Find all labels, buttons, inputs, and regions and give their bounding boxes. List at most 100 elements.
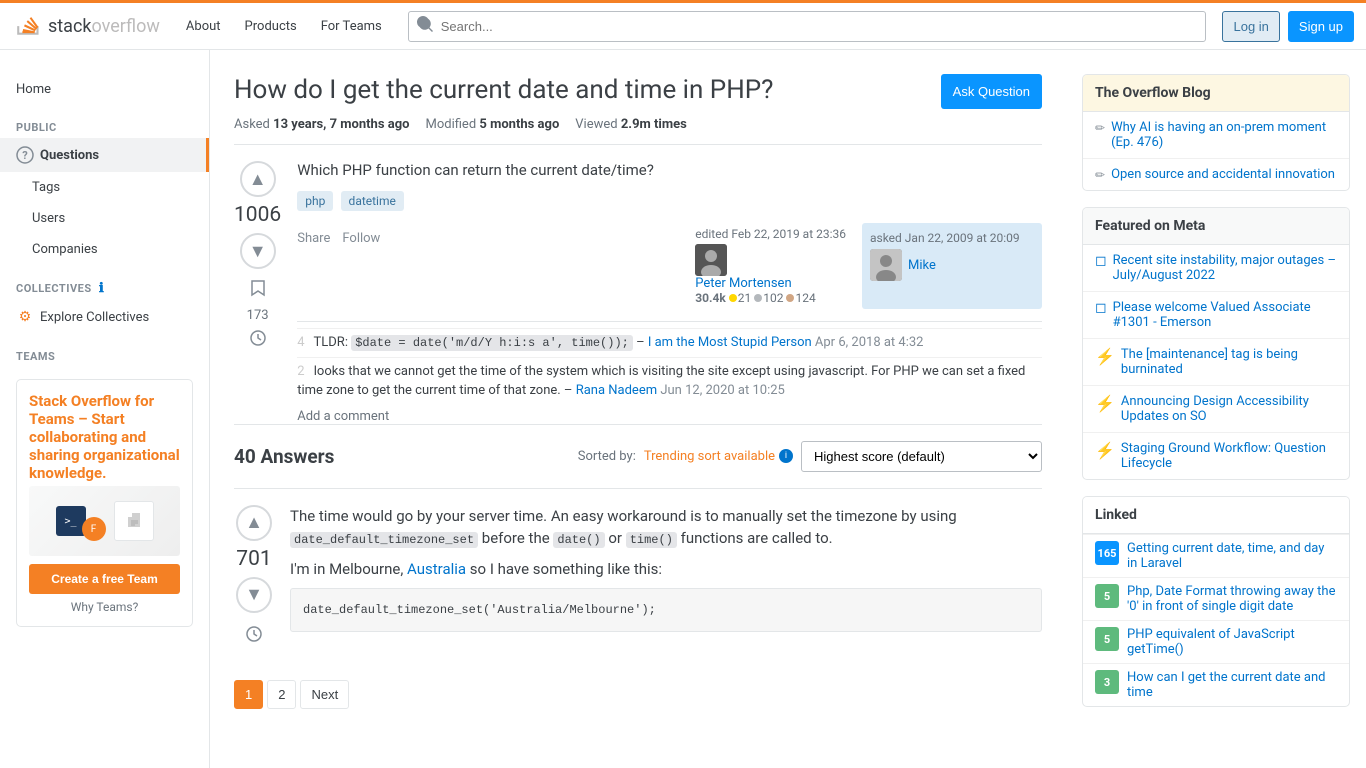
linked-item-1: 165 Getting current date, time, and day … xyxy=(1083,534,1349,577)
overflow-blog-header: The Overflow Blog xyxy=(1083,75,1349,112)
collectives-icon: ⚙ xyxy=(16,308,34,326)
auth-buttons: Log in Sign up xyxy=(1222,11,1354,42)
overflow-blog-widget: The Overflow Blog ✏ Why AI is having an … xyxy=(1082,74,1350,191)
meta-item-3: ⚡ The [maintenance] tag is being burnina… xyxy=(1083,338,1349,385)
bronze-dot xyxy=(786,294,794,302)
sorted-by-label: Sorted by: xyxy=(578,449,636,464)
meta-link-1[interactable]: Recent site instability, major outages –… xyxy=(1113,253,1337,283)
why-teams-link[interactable]: Why Teams? xyxy=(29,600,180,614)
asked-card-time: asked Jan 22, 2009 at 20:09 xyxy=(870,231,1034,245)
meta-icon-5: ⚡ xyxy=(1095,441,1115,460)
asker-card: asked Jan 22, 2009 at 20:09 Mike xyxy=(862,223,1042,309)
companies-label: Companies xyxy=(32,242,98,257)
overflow-blog-body: ✏ Why AI is having an on-prem moment (Ep… xyxy=(1083,112,1349,190)
vote-up-button[interactable]: ▲ xyxy=(240,161,276,197)
blog-link-2[interactable]: Open source and accidental innovation xyxy=(1111,167,1335,182)
asker-name-link[interactable]: Mike xyxy=(908,258,936,273)
answer-vote-up-button[interactable]: ▲ xyxy=(236,505,272,541)
silver-dot xyxy=(754,294,762,302)
blog-link-1[interactable]: Why AI is having an on-prem moment (Ep. … xyxy=(1111,120,1337,150)
vote-down-button[interactable]: ▼ xyxy=(240,233,276,269)
create-team-button[interactable]: Create a free Team xyxy=(29,564,180,594)
tag-datetime[interactable]: datetime xyxy=(341,191,404,211)
answer-code-block: date_default_timezone_set('Australia/Mel… xyxy=(290,588,1042,632)
sort-section: Sorted by: Trending sort available i Hig… xyxy=(578,441,1042,472)
australia-link[interactable]: Australia xyxy=(407,560,466,578)
collectives-info-icon[interactable]: ℹ xyxy=(99,281,104,296)
edited-time: edited Feb 22, 2019 at 23:36 xyxy=(695,227,846,241)
pencil-icon-1: ✏ xyxy=(1095,121,1105,135)
signup-button[interactable]: Sign up xyxy=(1288,11,1354,42)
main-content: How do I get the current date and time i… xyxy=(210,50,1066,749)
sidebar-item-questions[interactable]: ? Questions xyxy=(0,138,209,172)
linked-link-4[interactable]: How can I get the current date and time xyxy=(1127,670,1337,700)
questions-label: Questions xyxy=(40,148,99,163)
meta-link-3[interactable]: The [maintenance] tag is being burninate… xyxy=(1121,347,1337,377)
comment-vote-1[interactable]: 4 xyxy=(297,335,304,350)
comment-vote-2[interactable]: 2 xyxy=(297,364,304,379)
linked-header: Linked xyxy=(1083,497,1349,534)
meta-link-5[interactable]: Staging Ground Workflow: Question Lifecy… xyxy=(1121,441,1337,471)
sort-select[interactable]: Highest score (default) Trending (recent… xyxy=(801,441,1042,472)
next-page-button[interactable]: Next xyxy=(300,680,349,709)
answer-history-button[interactable] xyxy=(245,625,263,648)
logo-icon xyxy=(12,8,44,45)
bookmark-button[interactable] xyxy=(249,279,267,302)
logo[interactable]: stackoverflow xyxy=(12,8,160,45)
sidebar-item-tags[interactable]: Tags xyxy=(0,172,209,203)
page-2-button[interactable]: 2 xyxy=(267,680,296,709)
follow-link[interactable]: Follow xyxy=(342,231,380,246)
editor-name-link[interactable]: Peter Mortensen xyxy=(695,276,791,291)
search-input[interactable] xyxy=(408,11,1207,42)
linked-count-2: 5 xyxy=(1095,584,1119,608)
questions-icon: ? xyxy=(16,146,34,164)
site-header: stackoverflow About Products For Teams L… xyxy=(0,0,1366,50)
history-button[interactable] xyxy=(249,329,267,352)
linked-link-2[interactable]: Php, Date Format throwing away the '0' i… xyxy=(1127,584,1337,614)
tag-php[interactable]: php xyxy=(297,191,333,211)
teams-promo-title: Stack Overflow for Teams – Start collabo… xyxy=(29,392,180,482)
meta-icon-3: ⚡ xyxy=(1095,347,1115,366)
comment-user-2[interactable]: Rana Nadeem xyxy=(576,383,657,398)
share-link[interactable]: Share xyxy=(297,231,330,246)
linked-link-1[interactable]: Getting current date, time, and day in L… xyxy=(1127,541,1337,571)
editor-avatar xyxy=(695,244,727,276)
comment-1: 4 TLDR: $date = date('m/d/Y h:i:s a', ti… xyxy=(297,328,1042,357)
linked-link-3[interactable]: PHP equivalent of JavaScript getTime() xyxy=(1127,627,1337,657)
linked-count-4: 3 xyxy=(1095,670,1119,694)
sidebar-item-users[interactable]: Users xyxy=(0,203,209,234)
question-tags: php datetime xyxy=(297,191,1042,211)
asked-meta: Asked 13 years, 7 months ago xyxy=(234,117,409,132)
gold-dot xyxy=(729,294,737,302)
meta-link-2[interactable]: Please welcome Valued Associate #1301 - … xyxy=(1113,300,1337,330)
sidebar-item-explore-collectives[interactable]: ⚙ Explore Collectives xyxy=(0,300,209,334)
trending-sort-label[interactable]: Trending sort available xyxy=(644,449,775,464)
page-1-button[interactable]: 1 xyxy=(234,680,263,709)
collectives-section-label: COLLECTIVES ℹ xyxy=(0,265,209,300)
nav-about[interactable]: About xyxy=(176,13,231,40)
vote-section: ▲ 1006 ▼ 173 xyxy=(234,161,281,424)
search-icon xyxy=(416,15,434,37)
add-comment-link[interactable]: Add a comment xyxy=(297,409,1042,424)
meta-item-4: ⚡ Announcing Design Accessibility Update… xyxy=(1083,385,1349,432)
meta-link-4[interactable]: Announcing Design Accessibility Updates … xyxy=(1121,394,1337,424)
sidebar-item-companies[interactable]: Companies xyxy=(0,234,209,265)
login-button[interactable]: Log in xyxy=(1222,11,1279,42)
meta-item-2: ◻ Please welcome Valued Associate #1301 … xyxy=(1083,291,1349,338)
users-label: Users xyxy=(32,211,65,226)
teams-illustration: >_ F xyxy=(29,486,180,556)
sidebar-item-home[interactable]: Home xyxy=(0,74,209,105)
question-text: Which PHP function can return the curren… xyxy=(297,161,1042,179)
ask-question-button[interactable]: Ask Question xyxy=(941,74,1042,109)
comment-link-1[interactable]: I am the Most Stupid Person xyxy=(648,335,812,350)
answer-vote-down-button[interactable]: ▼ xyxy=(236,577,272,613)
trending-info-icon[interactable]: i xyxy=(779,449,793,463)
nav-products[interactable]: Products xyxy=(235,13,307,40)
answer-vote-count: 701 xyxy=(236,547,271,571)
editor-info: Peter Mortensen 30.4k 21 102 124 xyxy=(695,244,846,305)
answers-header: 40 Answers Sorted by: Trending sort avai… xyxy=(234,424,1042,472)
nav-for-teams[interactable]: For Teams xyxy=(311,13,392,40)
logo-text: stackoverflow xyxy=(48,16,160,37)
meta-icon-4: ⚡ xyxy=(1095,394,1115,413)
asker-details: Mike xyxy=(908,258,936,273)
